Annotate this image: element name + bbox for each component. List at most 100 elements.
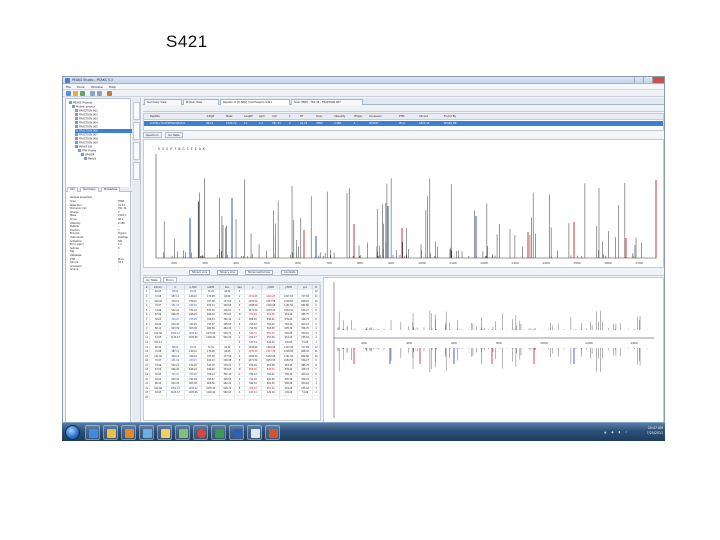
app-icon[interactable] [175, 425, 190, 440]
property-key: Database [70, 254, 82, 257]
back-icon[interactable] [90, 91, 95, 96]
fragment-row[interactable]: 24 [144, 395, 320, 401]
tab-ion-table[interactable]: Ion Table [165, 132, 183, 138]
open-folder-icon[interactable] [73, 91, 78, 96]
property-value: 7 [118, 228, 120, 232]
property-key: Score [70, 218, 77, 221]
ie-icon[interactable] [85, 425, 100, 440]
run-icon[interactable] [107, 91, 112, 96]
fragment-ion-table: # Immon. b b-H2O b-NH3 b2+ Seq y y-H2O y-NH3 y2+ # … [143, 284, 321, 421]
tab-fragment-ion-table[interactable]: Ion Table [143, 277, 161, 283]
x-tick-label: 900 [388, 261, 394, 265]
peaks-icon[interactable] [247, 425, 262, 440]
property-key: Peptide [70, 225, 79, 229]
tab-info[interactable]: Info [67, 187, 78, 192]
new-project-icon[interactable] [66, 91, 71, 96]
minimize-button[interactable] [634, 77, 643, 83]
close-button[interactable] [652, 77, 664, 83]
psm-column-header[interactable]: RT [300, 115, 303, 118]
outlook-icon[interactable] [157, 425, 172, 440]
start-button[interactable] [65, 425, 80, 440]
side-tab[interactable] [133, 162, 140, 180]
psm-cell: 1520.70 [226, 122, 237, 125]
property-key: Retention [70, 203, 82, 207]
error-mirror-plot[interactable]: 200 400 600 800 1000 1200 1400 [324, 278, 663, 425]
explorer-icon[interactable] [103, 425, 118, 440]
ms2-spectrum[interactable]: 200 300 400 500 600 700 800 900 1000 1100 1200 1300… [144, 140, 663, 267]
menu-help[interactable]: Help [109, 85, 116, 89]
show-b-ions-checkbox[interactable]: Show b ions [189, 270, 211, 275]
psm-column-header[interactable]: Scan [316, 115, 322, 118]
file-icon [75, 141, 78, 144]
property-key: Mass [70, 214, 77, 218]
excel-icon[interactable] [211, 425, 226, 440]
menu-file[interactable]: File [66, 85, 71, 89]
word-icon[interactable] [229, 425, 244, 440]
tab-summary[interactable]: Summary [80, 187, 99, 192]
psm-row-selected[interactable]: K.SVS(+79.97)PTNGSIEAK.R 96.11 1520.70 12 1.… [144, 121, 663, 126]
show-y-ions-checkbox[interactable]: Show y ions [217, 270, 238, 275]
menu-tools[interactable]: Tools [77, 85, 84, 89]
fragment-cell [244, 395, 263, 401]
side-tab[interactable] [133, 102, 140, 120]
slide-title: S421 [166, 32, 208, 51]
search-result-icon [78, 149, 81, 152]
psm-column-header[interactable]: Found By [444, 115, 456, 118]
psm-column-header[interactable]: Intensity [334, 115, 345, 118]
psm-column-header[interactable]: AScore [419, 115, 428, 118]
menu-window[interactable]: Window [91, 85, 103, 89]
tab-protein-view[interactable]: Protein View [183, 99, 219, 105]
psm-column-header[interactable]: #Spec [354, 115, 363, 118]
folder-icon [69, 101, 72, 104]
powerpoint-icon[interactable] [265, 425, 280, 440]
mirror-tick-label: 800 [496, 341, 502, 345]
x-tick-label: 1200 [480, 261, 488, 265]
file-icon [75, 129, 78, 132]
maximize-button[interactable] [643, 77, 652, 83]
x-tick-label: 300 [202, 261, 208, 265]
property-value: - [118, 264, 119, 268]
property-value: 1.2 [118, 243, 122, 247]
neutral-loss-checkbox[interactable]: Show neutral loss [245, 270, 274, 275]
vertical-tab-strip [132, 98, 141, 426]
x-tick-label: 700 [326, 261, 332, 265]
tab-scan[interactable]: Scan 3580 - 761.34 - FRACTION 007 [291, 99, 363, 105]
psm-column-header[interactable]: Peptide [150, 115, 160, 118]
file-icon [75, 117, 78, 120]
tab-spectrum[interactable]: Spectrum [143, 132, 162, 138]
tab-errors[interactable]: Errors [163, 277, 177, 283]
annotate-checkbox[interactable]: Annotate [281, 270, 299, 275]
tab-properties[interactable]: Properties [101, 187, 121, 192]
fragment-cell [184, 395, 203, 401]
system-tray-icons[interactable]: ▲ ◆ ▮ ♪ [604, 430, 629, 434]
fragment-cell [149, 395, 167, 401]
search-result-icon [75, 145, 78, 148]
psm-column-header[interactable]: z [289, 115, 290, 118]
psm-header: Peptide -10lgP Mass Length ppm m/z z RT Scan Inte… [144, 114, 663, 120]
psm-column-header[interactable]: ppm [259, 115, 265, 118]
psm-column-header[interactable]: Accession [369, 115, 382, 118]
network-icon[interactable] [139, 425, 154, 440]
tab-peptide[interactable]: Peptide: R.[D-SER]-7-N-Phospho-S421 [220, 99, 290, 105]
forward-icon[interactable] [97, 91, 102, 96]
file-icon [75, 137, 78, 140]
psm-column-header[interactable]: Mass [226, 115, 233, 118]
property-value: Phos [118, 257, 124, 261]
chrome-icon[interactable] [193, 425, 208, 440]
project-panel: PEAKS Projects Protein project FRACTION … [65, 98, 137, 426]
property-key: Charge [70, 210, 79, 214]
property-value: 0 [118, 246, 120, 250]
media-player-icon[interactable] [121, 425, 136, 440]
tab-summary-view[interactable]: Summary View [144, 99, 182, 105]
psm-column-header[interactable]: -10lgP [206, 115, 214, 118]
side-tab[interactable] [133, 122, 140, 140]
psm-column-header[interactable]: Length [244, 115, 253, 118]
save-icon[interactable] [80, 91, 85, 96]
clock[interactable]: 10:47 AM 7/25/2011 [647, 426, 663, 436]
side-tab[interactable] [133, 142, 140, 160]
property-value: 96.1 [118, 218, 124, 221]
property-value: 2.1E6 [118, 221, 125, 225]
psm-column-header[interactable]: m/z [272, 115, 277, 118]
property-key: Fraction [70, 228, 80, 232]
psm-column-header[interactable]: PTM [399, 115, 404, 118]
